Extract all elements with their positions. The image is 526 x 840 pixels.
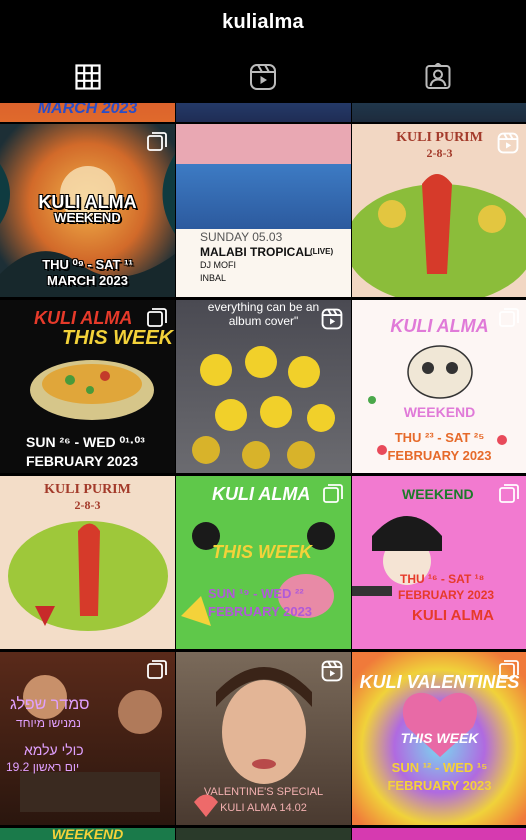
carousel-icon (147, 308, 167, 327)
post-text: סמדר שפלג (10, 696, 90, 713)
tab-reels[interactable] (175, 52, 350, 102)
post-thumbnail[interactable]: KULI VALENTINES THIS WEEK SUN ¹² - WED ¹… (352, 652, 526, 825)
post-text: MARCH 2023 (47, 273, 128, 288)
post-text: WEEKEND (51, 828, 124, 840)
post-thumbnail[interactable]: KULI PURIM 2-8-3 (0, 476, 175, 649)
post-thumbnail[interactable] (352, 828, 526, 840)
post-text: WEEKEND (402, 486, 474, 502)
post-text: VALENTINE'S SPECIAL (203, 786, 324, 798)
grid-icon (75, 64, 101, 90)
post-thumbnail[interactable]: WEEKEND THU ¹⁶ - SAT ¹⁸ FEBRUARY 2023 KU… (352, 476, 526, 649)
carousel-icon (147, 132, 167, 151)
carousel-icon (499, 484, 519, 503)
post-thumbnail[interactable]: WEEKEND (0, 828, 175, 840)
post-text: MALABI TROPICAL (200, 245, 312, 259)
reels-icon (321, 308, 343, 330)
carousel-icon (323, 484, 343, 503)
post-thumbnail[interactable]: KULI PURIM 2-8-3 (352, 124, 526, 297)
post-text: THU ⁰⁹ - SAT ¹¹ (42, 257, 133, 272)
tab-tagged[interactable] (351, 52, 526, 102)
post-text: MARCH 2023 (37, 103, 138, 117)
post-text: FEBRUARY 2023 (208, 604, 313, 619)
post-thumbnail[interactable]: KULI ALMA THIS WEEK SUN ¹⁹ - WED ²² FEBR… (176, 476, 351, 649)
post-text: 2-8-3 (74, 498, 101, 512)
post-text: KULI ALMA 14.02 (220, 802, 307, 814)
post-text: KULI ALMA (412, 607, 494, 624)
post-text: KULI ALMA (212, 484, 311, 504)
post-thumbnail[interactable]: KULI ALMA WEEKEND THU ⁰⁹ - SAT ¹¹ MARCH … (0, 124, 175, 297)
post-text: KULI ALMA (34, 308, 133, 328)
post-text: DJ MOFI (200, 260, 236, 270)
post-text: THIS WEEK (212, 542, 313, 562)
post-text: FEBRUARY 2023 (387, 778, 492, 793)
post-text: SUN ²⁶ - WED ⁰¹·⁰³ (26, 434, 145, 450)
tab-grid[interactable] (0, 52, 175, 102)
reels-icon (497, 132, 519, 154)
profile-tabs (0, 52, 526, 102)
profile-username: kulialma (222, 10, 304, 33)
post-text: SUN ¹⁹ - WED ²² (208, 586, 304, 601)
post-thumbnail[interactable]: KULI ALMA THIS WEEK SUN ²⁶ - WED ⁰¹·⁰³ F… (0, 300, 175, 473)
post-thumbnail[interactable]: סמדר שפלג נמנישו מיוחד כולי עלמא יום ראש… (0, 652, 175, 825)
post-text: KULI PURIM (44, 482, 131, 497)
post-text: FEBRUARY 2023 (398, 588, 495, 602)
post-text: THIS WEEK (400, 730, 479, 746)
post-text: INBAL (200, 273, 227, 283)
carousel-icon (499, 660, 519, 679)
post-text: נמנישו מיוחד (16, 716, 81, 730)
posts-grid: MARCH 2023 KULI ALMA WEEKEND THU ⁰⁹ - SA… (0, 103, 526, 840)
carousel-icon (147, 660, 167, 679)
post-text: FEBRUARY 2023 (387, 448, 492, 463)
post-thumbnail[interactable]: everything can be an album cover" (176, 300, 351, 473)
post-thumbnail[interactable]: SUNDAY 05.03 MALABI TROPICAL (LIVE) DJ M… (176, 124, 351, 297)
post-text: THIS WEEK (62, 327, 174, 349)
post-text: יום ראשון 19.2 (6, 760, 80, 774)
post-text: WEEKEND (54, 210, 121, 225)
post-thumbnail[interactable]: KULI ALMA WEEKEND THU ²³ - SAT ²⁵ FEBRUA… (352, 300, 526, 473)
post-photo (176, 164, 351, 229)
profile-header: kulialma (0, 0, 526, 44)
carousel-icon (499, 308, 519, 327)
post-thumbnail[interactable]: MARCH 2023 (0, 103, 175, 122)
tagged-icon (425, 63, 451, 89)
post-text: THU ¹⁶ - SAT ¹⁸ (400, 572, 485, 586)
post-text: SUNDAY 05.03 (200, 230, 283, 244)
post-text: THU ²³ - SAT ²⁵ (394, 430, 485, 445)
post-thumbnail[interactable] (352, 103, 526, 122)
post-thumbnail[interactable] (176, 103, 351, 122)
post-text: (LIVE) (310, 247, 334, 256)
post-text: כולי עלמא (24, 742, 84, 758)
post-text: SUN ¹² - WED ¹⁵ (391, 760, 488, 775)
post-text: FEBRUARY 2023 (26, 453, 139, 469)
post-thumbnail[interactable] (176, 828, 351, 840)
reels-icon (321, 660, 343, 682)
post-thumbnail[interactable]: VALENTINE'S SPECIAL KULI ALMA 14.02 (176, 652, 351, 825)
reels-icon (249, 64, 276, 90)
post-text: WEEKEND (403, 404, 476, 420)
